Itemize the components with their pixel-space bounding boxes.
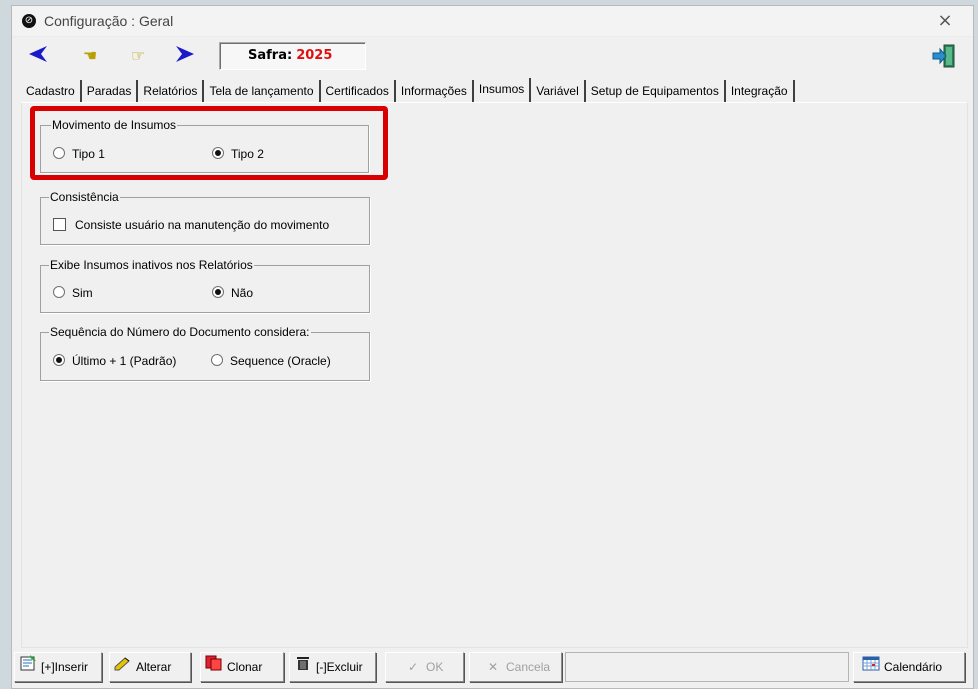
consistencia-legend: Consistência (49, 190, 120, 204)
excluir-label: [-]Excluir (316, 660, 363, 674)
safra-label: Safra: (248, 48, 293, 63)
radio-indicator (211, 354, 223, 366)
next-record-button[interactable] (173, 45, 197, 67)
arrow-right-icon (176, 46, 194, 62)
tab-insumos[interactable]: Insumos (473, 78, 532, 102)
cancela-label: Cancela (506, 660, 551, 674)
title-bar: ⊘ Configuração : Geral × (12, 6, 973, 37)
excluir-button[interactable]: [-]Excluir (289, 652, 376, 682)
checkmark-icon: ✓ (407, 660, 419, 674)
movimento-insumos-legend: Movimento de Insumos (51, 118, 178, 132)
safra-display: Safra: 2025 (219, 42, 366, 70)
tab-variavel[interactable]: Variável (531, 80, 586, 102)
toolbar: ☚ ☞ Safra: 2025 (12, 39, 973, 75)
radio-sim[interactable]: Sim (53, 285, 93, 301)
inserir-label: [+]Inserir (41, 660, 89, 674)
movimento-insumos-group: Movimento de Insumos Tipo 1 Tipo 2 (40, 118, 369, 173)
previous-record-button[interactable] (26, 45, 50, 67)
calendario-label: Calendário (884, 660, 943, 674)
alterar-label: Alterar (136, 660, 172, 674)
radio-indicator (53, 286, 65, 298)
clone-icon (205, 653, 223, 681)
arrow-left-icon (29, 46, 47, 62)
radio-indicator (53, 147, 65, 159)
radio-nao[interactable]: Não (212, 285, 253, 301)
consiste-usuario-checkbox[interactable]: Consiste usuário na manutenção do movime… (53, 217, 329, 233)
alterar-button[interactable]: Alterar (109, 652, 191, 682)
radio-indicator (212, 286, 224, 298)
hand-left-button[interactable]: ☚ (78, 45, 102, 67)
exit-door-icon (932, 44, 955, 68)
radio-tipo-2-label: Tipo 2 (231, 147, 264, 161)
tab-relatorios[interactable]: Relatórios (138, 80, 205, 102)
cancel-x-icon: ✕ (487, 660, 499, 674)
radio-indicator (212, 147, 224, 159)
calendar-icon (862, 653, 880, 681)
radio-tipo-2[interactable]: Tipo 2 (212, 146, 264, 162)
config-window: ⊘ Configuração : Geral × ☚ ☞ Safra:2025 (11, 5, 974, 689)
consiste-usuario-label: Consiste usuário na manutenção do movime… (75, 218, 330, 232)
safra-value: 2025 (296, 48, 333, 63)
window-title: Configuração : Geral (44, 13, 174, 29)
tab-tela-lancamento[interactable]: Tela de lançamento (204, 80, 321, 102)
app-icon: ⊘ (22, 14, 36, 28)
radio-sequence-label: Sequence (Oracle) (230, 354, 331, 368)
tab-paradas[interactable]: Paradas (81, 80, 139, 102)
exit-button[interactable] (931, 43, 957, 69)
radio-ultimo-mais-um[interactable]: Último + 1 (Padrão) (53, 353, 176, 369)
tab-setup-equipamentos[interactable]: Setup de Equipamentos (585, 80, 726, 102)
radio-ultimo-label: Último + 1 (Padrão) (72, 354, 177, 368)
insert-icon (19, 653, 37, 681)
trash-icon (294, 653, 312, 681)
exibe-inativos-group: Exibe Insumos inativos nos Relatórios Si… (40, 258, 370, 313)
clonar-button[interactable]: Clonar (200, 652, 284, 682)
tab-integracao[interactable]: Integração (725, 80, 795, 102)
status-area (565, 652, 849, 682)
calendario-button[interactable]: Calendário (853, 652, 965, 682)
radio-nao-label: Não (231, 286, 254, 300)
ok-button[interactable]: ✓ OK (385, 652, 464, 682)
edit-icon (114, 653, 132, 681)
consistencia-group: Consistência Consiste usuário na manuten… (40, 190, 370, 245)
clonar-label: Clonar (227, 660, 263, 674)
sequencia-documento-legend: Sequência do Número do Documento conside… (49, 325, 311, 339)
bottom-button-bar: [+]Inserir Alterar Clonar [-]Excluir ✓ OK… (12, 649, 973, 687)
radio-indicator (53, 354, 65, 366)
radio-tipo-1[interactable]: Tipo 1 (53, 146, 105, 162)
tab-cadastro[interactable]: Cadastro (21, 80, 82, 102)
close-icon[interactable]: × (931, 9, 959, 33)
inserir-button[interactable]: [+]Inserir (14, 652, 102, 682)
tab-certificados[interactable]: Certificados (320, 80, 396, 102)
exibe-inativos-legend: Exibe Insumos inativos nos Relatórios (49, 258, 254, 272)
tab-bar: Cadastro Paradas Relatórios Tela de lanç… (21, 78, 966, 103)
hand-pointing-left-icon: ☚ (82, 46, 98, 65)
radio-sequence-oracle[interactable]: Sequence (Oracle) (211, 353, 331, 369)
radio-sim-label: Sim (72, 286, 93, 300)
ok-label: OK (426, 660, 444, 674)
sequencia-documento-group: Sequência do Número do Documento conside… (40, 325, 370, 381)
hand-right-button[interactable]: ☞ (126, 45, 150, 67)
cancela-button[interactable]: ✕ Cancela (469, 652, 562, 682)
tab-informacoes[interactable]: Informações (395, 80, 474, 102)
hand-pointing-right-icon: ☞ (130, 46, 146, 65)
radio-tipo-1-label: Tipo 1 (72, 147, 105, 161)
checkbox-indicator (53, 218, 66, 231)
